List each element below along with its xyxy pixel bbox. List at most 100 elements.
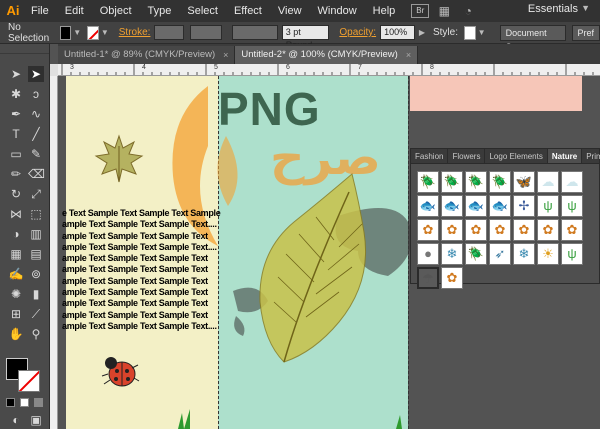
- chevron-down-icon[interactable]: ▼: [478, 28, 486, 37]
- menu-type[interactable]: Type: [140, 0, 180, 22]
- curvature-tool-icon[interactable]: ∿: [28, 106, 44, 122]
- tab-primitives[interactable]: Primiti: [582, 149, 600, 163]
- hand-tool-icon[interactable]: ✋: [8, 326, 24, 342]
- leaf-icon[interactable]: ✿: [489, 219, 511, 241]
- selection-tool-icon[interactable]: ➤: [8, 66, 24, 82]
- tab-flowers[interactable]: Flowers: [448, 149, 486, 163]
- beetle-icon[interactable]: 🪲: [417, 171, 439, 193]
- menu-object[interactable]: Object: [92, 0, 140, 22]
- arrange-documents-icon[interactable]: ▦: [435, 3, 453, 19]
- rectangle-tool-icon[interactable]: ▭: [8, 146, 24, 162]
- eraser-icon[interactable]: ⌫: [28, 166, 45, 182]
- leaf-icon[interactable]: ✿: [441, 267, 463, 289]
- leaf-icon[interactable]: ✿: [465, 219, 487, 241]
- mesh-tool-icon[interactable]: ▦: [8, 246, 24, 262]
- paintbrush-icon[interactable]: ✎: [28, 146, 44, 162]
- fish-icon[interactable]: 🐟: [465, 195, 487, 217]
- direct-selection-tool-icon[interactable]: ➤: [28, 66, 44, 82]
- grass-icon[interactable]: [388, 409, 428, 429]
- sample-text-block[interactable]: e Text Sample Text Sample Text Sample am…: [62, 208, 222, 332]
- tab-logo-elements[interactable]: Logo Elements: [485, 149, 548, 163]
- leaf-icon[interactable]: ✿: [561, 219, 583, 241]
- column-graph-icon[interactable]: ▮: [28, 286, 44, 302]
- bridge-button[interactable]: Br: [411, 4, 430, 18]
- beetle-icon[interactable]: 🪲: [441, 171, 463, 193]
- pencil-icon[interactable]: ✏: [8, 166, 24, 182]
- maple-leaf-icon[interactable]: [94, 134, 144, 184]
- leaf-icon[interactable]: ✿: [441, 219, 463, 241]
- zoom-tool-icon[interactable]: ⚲: [28, 326, 44, 342]
- snowflake-icon[interactable]: ❄: [513, 243, 535, 265]
- menu-file[interactable]: File: [23, 0, 57, 22]
- stroke-color-box[interactable]: [18, 370, 40, 392]
- chevron-down-icon[interactable]: ▼: [101, 28, 109, 37]
- brush-definition[interactable]: [232, 25, 278, 40]
- fill-color-swatch[interactable]: [59, 25, 72, 40]
- color-mode-icon[interactable]: [20, 398, 29, 407]
- leaf-icon[interactable]: ✿: [537, 219, 559, 241]
- beetle-icon[interactable]: 🪲: [489, 171, 511, 193]
- sun-icon[interactable]: ☀: [537, 243, 559, 265]
- opacity-label[interactable]: Opacity:: [339, 27, 376, 38]
- workspace-switcher[interactable]: Essentials: [528, 3, 578, 15]
- tab-nature[interactable]: Nature: [547, 149, 583, 163]
- vertical-ruler[interactable]: [50, 76, 58, 429]
- scale-tool-icon[interactable]: ⤢: [28, 186, 44, 202]
- pen-tool-icon[interactable]: ✒: [8, 106, 24, 122]
- grass-icon[interactable]: ψ: [561, 195, 583, 217]
- bird-icon[interactable]: ➶: [489, 243, 511, 265]
- width-tool-icon[interactable]: ⋈: [8, 206, 24, 222]
- blend-tool-icon[interactable]: ⊚: [28, 266, 44, 282]
- tab-untitled-1[interactable]: Untitled-1* @ 89% (CMYK/Preview) ×: [58, 46, 236, 64]
- symbol-sprayer-icon[interactable]: ✺: [8, 286, 24, 302]
- brush-profile-select[interactable]: 3 pt Round: [281, 25, 330, 50]
- dragonfly-icon[interactable]: ✢: [513, 195, 535, 217]
- stone-icon[interactable]: ●: [417, 243, 439, 265]
- menu-effect[interactable]: Effect: [226, 0, 270, 22]
- close-icon[interactable]: ×: [406, 46, 411, 64]
- snowflake-icon[interactable]: ❄: [441, 243, 463, 265]
- magic-wand-icon[interactable]: ✱: [8, 86, 24, 102]
- default-colors-icon[interactable]: [6, 398, 15, 407]
- grass-icon[interactable]: [168, 409, 208, 429]
- menu-window[interactable]: Window: [310, 0, 365, 22]
- drawing-mode-icon[interactable]: ◐: [8, 412, 24, 428]
- fish-icon[interactable]: 🐟: [417, 195, 439, 217]
- gradient-tool-icon[interactable]: ▤: [28, 246, 44, 262]
- leaf-icon[interactable]: ✿: [513, 219, 535, 241]
- rain-cloud-icon[interactable]: ☂: [417, 267, 439, 289]
- opacity-input[interactable]: 100%: [380, 25, 415, 40]
- chevron-right-icon[interactable]: ▶: [419, 28, 425, 37]
- fish-icon[interactable]: 🐟: [489, 195, 511, 217]
- cloud-icon[interactable]: ☁: [537, 171, 559, 193]
- fish-icon[interactable]: 🐟: [441, 195, 463, 217]
- grass-icon[interactable]: ψ: [561, 243, 583, 265]
- line-tool-icon[interactable]: ╱: [28, 126, 44, 142]
- horizontal-ruler[interactable]: 3 4 5 6 7 8: [58, 64, 600, 76]
- chevron-down-icon[interactable]: ▼: [581, 3, 590, 13]
- panel-grip[interactable]: [0, 44, 49, 54]
- shape-builder-icon[interactable]: ◑: [8, 226, 24, 242]
- tab-fashion[interactable]: Fashion: [411, 149, 449, 163]
- chevron-down-icon[interactable]: ▼: [73, 28, 81, 37]
- tab-untitled-2[interactable]: Untitled-2* @ 100% (CMYK/Preview) ×: [235, 46, 419, 64]
- rotate-tool-icon[interactable]: ↻: [8, 186, 24, 202]
- large-leaf-icon[interactable]: [244, 172, 394, 372]
- type-tool-icon[interactable]: T: [8, 126, 24, 142]
- stroke-weight-input[interactable]: [154, 25, 184, 40]
- eyedropper-icon[interactable]: ✍: [8, 266, 24, 282]
- artboard-tool-icon[interactable]: ⊞: [8, 306, 24, 322]
- menu-edit[interactable]: Edit: [57, 0, 92, 22]
- lasso-icon[interactable]: ↄ: [28, 86, 44, 102]
- perspective-grid-icon[interactable]: ▥: [28, 226, 44, 242]
- preferences-button[interactable]: Pref: [571, 24, 600, 41]
- menu-select[interactable]: Select: [179, 0, 226, 22]
- gradient-mode-icon[interactable]: [34, 398, 43, 407]
- screen-mode-icon[interactable]: ▣: [28, 412, 44, 428]
- beetle-icon[interactable]: 🪲: [465, 243, 487, 265]
- ruler-origin[interactable]: [50, 64, 58, 76]
- variable-width-profile[interactable]: [189, 25, 223, 40]
- beetle-icon[interactable]: 🪲: [465, 171, 487, 193]
- butterfly-icon[interactable]: 🦋: [513, 171, 535, 193]
- graphic-style-swatch[interactable]: [464, 25, 476, 40]
